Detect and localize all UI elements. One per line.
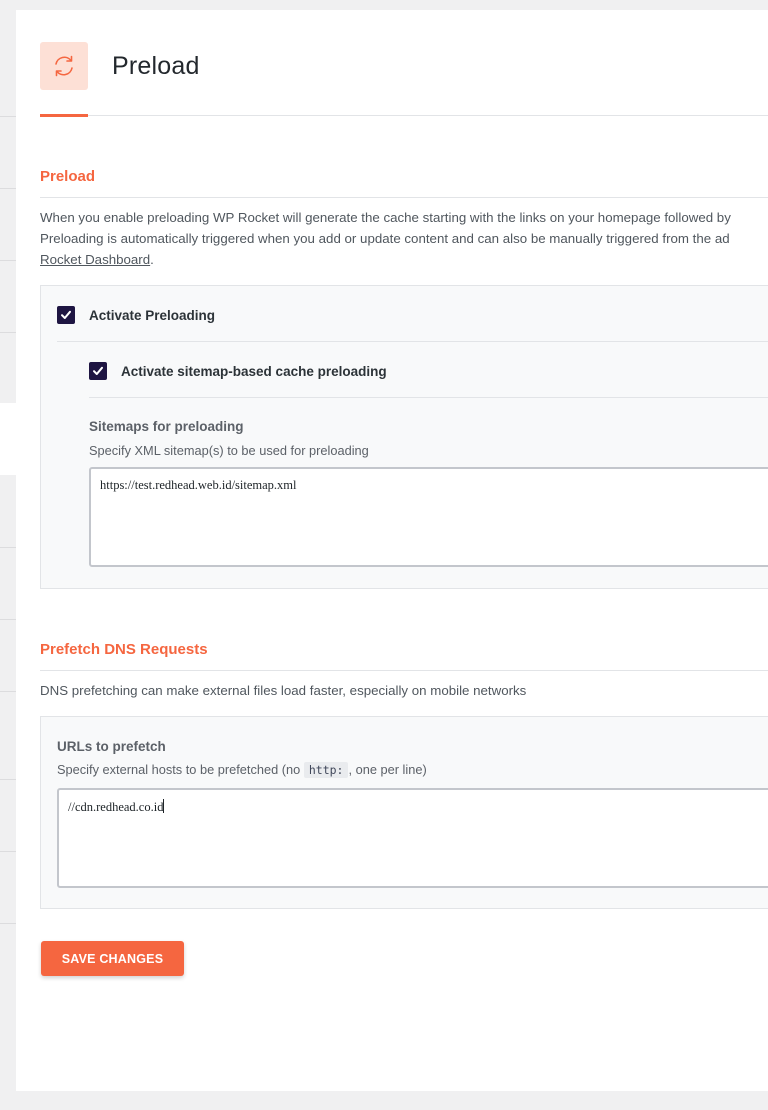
urls-field-help: Specify external hosts to be prefetched … [57, 762, 427, 778]
preload-description-line: Preloading is automatically triggered wh… [40, 231, 730, 246]
http-code-chip: http: [303, 762, 349, 778]
box-divider [89, 397, 768, 398]
sidebar-divider [0, 260, 16, 261]
box-divider [57, 341, 768, 342]
sidebar-divider [0, 332, 16, 333]
sitemaps-field-help: Specify XML sitemap(s) to be used for pr… [89, 443, 369, 458]
section-divider [40, 197, 768, 198]
prefetch-options-box: URLs to prefetch Specify external hosts … [40, 716, 768, 909]
sidebar-item-active[interactable] [0, 403, 16, 475]
sidebar-strip [0, 0, 16, 1110]
urls-textarea[interactable]: //cdn.redhead.co.id [57, 788, 768, 888]
sidebar-divider [0, 851, 16, 852]
refresh-icon [40, 42, 88, 90]
sitemap-preloading-row[interactable]: Activate sitemap-based cache preloading [89, 362, 387, 380]
sidebar-divider [0, 691, 16, 692]
sitemap-preloading-checkbox[interactable] [89, 362, 107, 380]
preload-options-box: Activate Preloading Activate sitemap-bas… [40, 285, 768, 589]
preload-description: When you enable preloading WP Rocket wil… [40, 207, 768, 270]
header-active-underline [40, 114, 88, 117]
sitemaps-field-label: Sitemaps for preloading [89, 419, 244, 434]
settings-panel: Preload Preload When you enable preloadi… [16, 10, 768, 1091]
urls-help-text: , one per line) [348, 762, 427, 777]
sidebar-divider [0, 619, 16, 620]
rocket-dashboard-link[interactable]: Rocket Dashboard [40, 252, 150, 267]
sitemaps-textarea[interactable]: https://test.redhead.web.id/sitemap.xml [89, 467, 768, 567]
sidebar-divider [0, 116, 16, 117]
page-title: Preload [112, 52, 200, 80]
sidebar-divider [0, 188, 16, 189]
preload-description-line: When you enable preloading WP Rocket wil… [40, 210, 731, 225]
text-caret [163, 799, 165, 813]
checkmark-icon [61, 310, 71, 319]
urls-field-label: URLs to prefetch [57, 739, 166, 754]
sidebar-divider [0, 923, 16, 924]
prefetch-section-title: Prefetch DNS Requests [40, 641, 208, 658]
activate-preloading-label: Activate Preloading [89, 307, 216, 323]
urls-textarea-value: //cdn.redhead.co.id [68, 800, 164, 814]
sitemap-preloading-label: Activate sitemap-based cache preloading [121, 363, 387, 379]
page-header: Preload [40, 42, 768, 117]
prefetch-description: DNS prefetching can make external files … [40, 683, 527, 698]
checkmark-icon [93, 366, 103, 375]
sidebar-divider [0, 547, 16, 548]
section-divider [40, 670, 768, 671]
sidebar-divider [0, 779, 16, 780]
activate-preloading-row[interactable]: Activate Preloading [57, 306, 215, 324]
urls-help-text: Specify external hosts to be prefetched … [57, 762, 304, 777]
activate-preloading-checkbox[interactable] [57, 306, 75, 324]
description-period: . [150, 252, 154, 267]
save-changes-button[interactable]: Save Changes [41, 941, 184, 976]
preload-section-title: Preload [40, 168, 96, 185]
